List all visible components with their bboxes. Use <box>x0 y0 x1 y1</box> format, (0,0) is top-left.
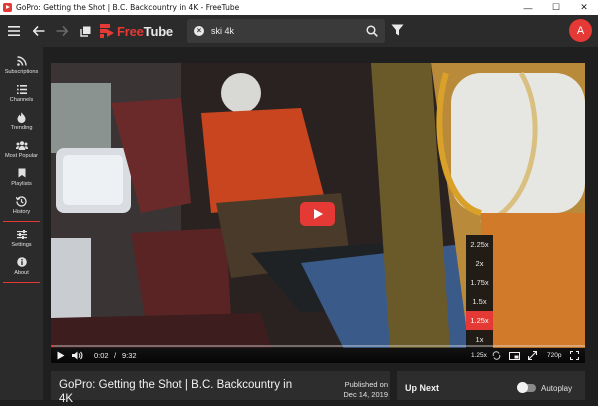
close-window-button[interactable]: ✕ <box>570 0 598 15</box>
search-input[interactable] <box>211 26 361 36</box>
sidebar-item-label: About <box>14 269 29 276</box>
sidebar-item-label: Trending <box>10 124 33 131</box>
sliders-icon <box>16 229 28 240</box>
filter-icon[interactable] <box>391 23 405 37</box>
fullscreen-icon[interactable] <box>570 350 579 361</box>
video-title: GoPro: Getting the Shot | B.C. Backcount… <box>59 379 293 405</box>
sidebar-item-label: Subscriptions <box>4 68 39 75</box>
fire-icon <box>16 111 28 123</box>
profile-avatar[interactable]: A <box>569 19 592 42</box>
freetube-logo-mark <box>100 24 114 38</box>
sidebar-item-subscriptions[interactable]: Subscriptions <box>0 51 43 79</box>
speed-option-selected[interactable]: 1.25x <box>466 311 493 330</box>
sidebar-item-label: Playlists <box>11 180 32 187</box>
play-icon[interactable] <box>57 350 65 361</box>
current-time: 0:02 <box>94 351 109 360</box>
autoplay-toggle-knob <box>517 382 528 393</box>
sidebar-item-about[interactable]: About <box>0 252 43 280</box>
window-title: GoPro: Getting the Shot | B.C. Backcount… <box>16 3 240 12</box>
video-info-panel: GoPro: Getting the Shot | B.C. Backcount… <box>51 371 390 405</box>
progress-bar-fill <box>51 345 53 347</box>
maximize-button[interactable]: ☐ <box>542 0 570 15</box>
minimize-button[interactable]: — <box>514 0 542 15</box>
sidebar-item-most-popular[interactable]: Most Popular <box>0 135 43 163</box>
freetube-logo-text: FreeTube <box>117 23 173 39</box>
video-player[interactable]: 2.25x 2x 1.75x 1.5x 1.25x 1x 0:02 / 9:32… <box>51 63 585 363</box>
up-next-panel: Up Next Autoplay <box>397 371 585 400</box>
volume-icon[interactable] <box>72 350 83 361</box>
clear-search-icon[interactable]: × <box>194 26 204 36</box>
info-icon <box>16 257 28 268</box>
forward-arrow-icon[interactable] <box>51 20 73 42</box>
sidebar-divider <box>3 282 40 283</box>
autoplay-toggle[interactable] <box>517 382 536 393</box>
app-header: FreeTube × A <box>0 15 598 47</box>
list-icon <box>16 84 28 95</box>
quality-button[interactable]: 720p <box>547 350 561 361</box>
new-window-icon[interactable] <box>74 20 96 42</box>
back-arrow-icon[interactable] <box>28 20 50 42</box>
bookmark-icon <box>16 168 28 179</box>
playback-speed-menu: 2.25x 2x 1.75x 1.5x 1.25x 1x <box>466 235 493 350</box>
published-date: Published on Dec 14, 2019 <box>330 380 388 400</box>
playback-speed-button[interactable]: 1.25x <box>471 350 487 361</box>
speed-option[interactable]: 2.25x <box>466 235 493 254</box>
sidebar-item-label: Channels <box>9 96 34 103</box>
sidebar-item-label: Settings <box>11 241 32 248</box>
expand-icon[interactable] <box>528 350 537 361</box>
speed-option[interactable]: 2x <box>466 254 493 273</box>
sidebar: Subscriptions Channels Trending Most Pop… <box>0 47 43 400</box>
theater-mode-icon[interactable] <box>509 350 520 361</box>
player-controls: 0:02 / 9:32 1.25x 720p <box>51 345 585 363</box>
speed-option[interactable]: 1.5x <box>466 292 493 311</box>
autoplay-label: Autoplay <box>541 384 573 393</box>
search-icon[interactable] <box>366 24 380 38</box>
big-play-button[interactable] <box>300 202 335 226</box>
loop-icon[interactable] <box>492 350 501 361</box>
sidebar-item-label: History <box>12 208 31 215</box>
window-titlebar: GoPro: Getting the Shot | B.C. Backcount… <box>0 0 598 15</box>
users-icon <box>15 140 28 151</box>
sidebar-item-settings[interactable]: Settings <box>0 224 43 252</box>
rss-icon <box>16 56 28 67</box>
sidebar-divider <box>3 221 40 222</box>
history-icon <box>16 195 28 207</box>
sidebar-item-history[interactable]: History <box>0 191 43 219</box>
duration: 9:32 <box>122 351 137 360</box>
up-next-title: Up Next <box>405 383 440 393</box>
menu-icon[interactable] <box>3 20 25 42</box>
sidebar-item-channels[interactable]: Channels <box>0 79 43 107</box>
freetube-logo[interactable]: FreeTube <box>100 24 184 39</box>
speed-option[interactable]: 1.75x <box>466 273 493 292</box>
search-box: × <box>187 19 385 43</box>
freetube-app-icon <box>3 3 12 12</box>
sidebar-item-trending[interactable]: Trending <box>0 107 43 135</box>
time-separator: / <box>114 351 117 360</box>
published-label: Published on <box>344 380 388 389</box>
published-date-value: Dec 14, 2019 <box>343 390 388 399</box>
sidebar-item-label: Most Popular <box>5 152 38 159</box>
sidebar-item-playlists[interactable]: Playlists <box>0 163 43 191</box>
progress-bar[interactable] <box>51 345 585 347</box>
